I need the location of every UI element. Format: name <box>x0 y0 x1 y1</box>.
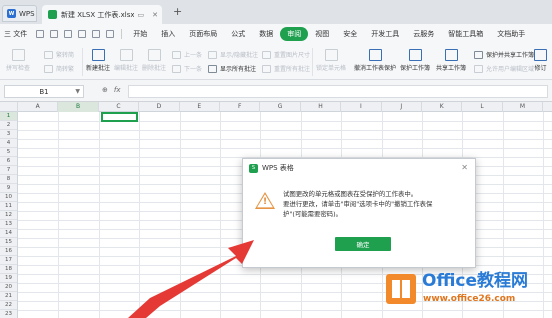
arrow-shape <box>128 240 254 318</box>
watermark-url: www.office26.com <box>423 294 516 304</box>
app-window: W WPS 新建 XLSX 工作表.xlsx ▭ ✕ + 三 文件 开始 插入 … <box>0 0 552 318</box>
watermark-brand: Office教程网 <box>422 271 529 291</box>
watermark: Office教程网 www.office26.com <box>386 266 552 318</box>
office-logo-icon <box>386 274 416 304</box>
